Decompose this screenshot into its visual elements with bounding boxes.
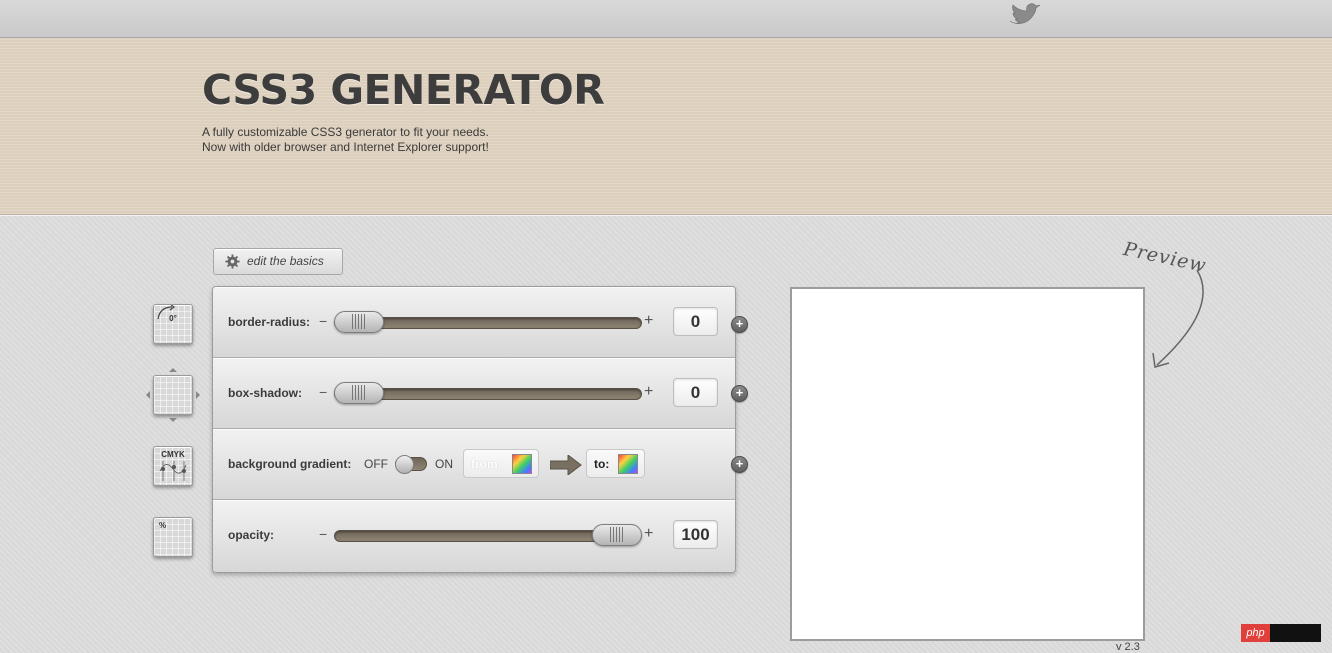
gradient-on-label: ON [435, 457, 453, 471]
opacity-decrease[interactable]: − [319, 526, 327, 542]
box-shadow-label: box-shadow: [228, 386, 302, 400]
version-label: v 2.3 [1116, 641, 1140, 653]
box-shadow-increase[interactable]: + [644, 383, 653, 401]
percent-icon [154, 518, 192, 556]
gradient-toggle-knob [395, 455, 414, 474]
border-radius-row: border-radius: − + 0 [213, 287, 735, 358]
border-radius-slider-handle[interactable] [334, 311, 384, 333]
twitter-bird-icon[interactable] [1008, 3, 1042, 29]
box-shadow-value[interactable]: 0 [673, 378, 718, 407]
background-gradient-row: background gradient: OFF ON from: to: [213, 429, 735, 500]
opacity-row: opacity: − + 100 [213, 500, 735, 572]
cmyk-icon [159, 461, 187, 481]
edit-basics-label: edit the basics [247, 254, 324, 268]
php-watermark-badge: php [1241, 624, 1321, 642]
background-gradient-expand-button[interactable]: + [731, 456, 748, 473]
rotate-side-button[interactable]: 0° [153, 304, 193, 344]
php-badge-text: php [1241, 624, 1270, 642]
gradient-toggle-switch[interactable] [395, 455, 427, 474]
opacity-label: opacity: [228, 528, 275, 542]
move-side-button[interactable] [146, 368, 200, 422]
arrow-right-icon [550, 455, 582, 475]
cmyk-side-button[interactable]: CMYK [153, 446, 193, 486]
edit-basics-button[interactable]: edit the basics [213, 248, 343, 275]
preview-box [790, 287, 1145, 641]
tagline: A fully customizable CSS3 generator to f… [202, 125, 489, 155]
color-wheel-icon [512, 454, 532, 474]
box-shadow-slider[interactable] [334, 382, 642, 404]
gear-icon [225, 254, 240, 269]
page-title: CSS3 GENERATOR [202, 66, 605, 114]
opacity-value[interactable]: 100 [673, 520, 718, 549]
border-radius-increase[interactable]: + [644, 312, 653, 330]
color-wheel-icon [618, 454, 638, 474]
gradient-from-color-picker[interactable]: from: [463, 449, 539, 478]
curved-arrow-icon [1152, 269, 1204, 368]
gradient-to-label: to: [594, 457, 610, 471]
opacity-side-button[interactable]: % [153, 517, 193, 557]
rotate-icon [157, 305, 175, 320]
gradient-off-label: OFF [364, 457, 388, 471]
opacity-slider-handle[interactable] [592, 524, 642, 546]
opacity-increase[interactable]: + [644, 525, 653, 543]
background-gradient-label: background gradient: [228, 457, 352, 471]
tagline-line-1: A fully customizable CSS3 generator to f… [202, 125, 489, 139]
border-radius-label: border-radius: [228, 315, 311, 329]
box-shadow-decrease[interactable]: − [319, 384, 327, 400]
border-radius-expand-button[interactable]: + [731, 316, 748, 333]
border-radius-value[interactable]: 0 [673, 307, 718, 336]
top-bar [0, 0, 1332, 38]
opacity-slider[interactable] [334, 524, 642, 546]
move-icon [146, 368, 200, 422]
controls-panel: border-radius: − + 0 box-shadow: − + 0 b… [212, 286, 736, 573]
box-shadow-row: box-shadow: − + 0 [213, 358, 735, 429]
tagline-line-2: Now with older browser and Internet Expl… [202, 140, 489, 154]
box-shadow-expand-button[interactable]: + [731, 385, 748, 402]
gradient-from-label: from: [471, 457, 502, 471]
box-shadow-slider-handle[interactable] [334, 382, 384, 404]
gradient-to-color-picker[interactable]: to: [586, 449, 645, 478]
site-header: CSS3 GENERATOR A fully customizable CSS3… [0, 38, 1332, 215]
border-radius-slider[interactable] [334, 311, 642, 333]
border-radius-decrease[interactable]: − [319, 313, 327, 329]
